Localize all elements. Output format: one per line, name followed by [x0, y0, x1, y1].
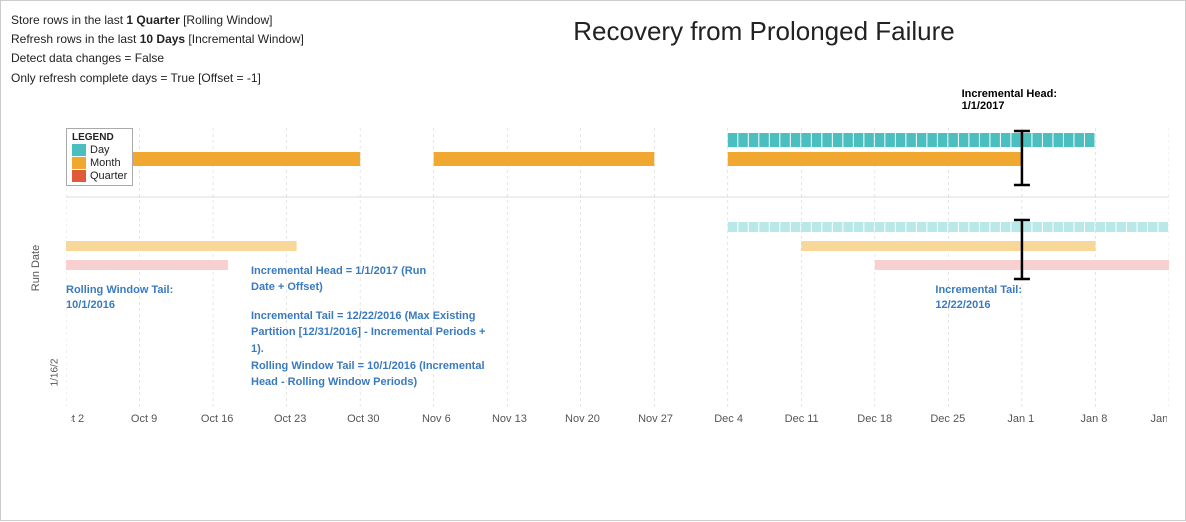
top-axis-svg	[71, 106, 1167, 128]
svg-text:Dec 4: Dec 4	[714, 413, 743, 425]
legend-month-label: Month	[90, 157, 121, 169]
day-color-swatch	[72, 144, 86, 156]
inc-tail-right-label: Incremental Tail:12/22/2016	[935, 283, 1022, 314]
svg-text:Nov 13: Nov 13	[492, 413, 527, 425]
bottom-date-axis: Oct 2 Oct 9 Oct 16 Oct 23 Oct 30 Nov 6 Nov 13 N…	[71, 408, 1167, 430]
gantt-area	[66, 128, 1169, 408]
bottom-axis-svg: Oct 2 Oct 9 Oct 16 Oct 23 Oct 30 Nov 6 Nov 13 N…	[71, 408, 1167, 430]
rolling-tail-label: Rolling Window Tail:10/1/2016	[66, 283, 173, 314]
svg-text:Oct 9: Oct 9	[131, 413, 157, 425]
legend-item-day: Day	[72, 144, 127, 156]
run-date-value-label: 1/16/2	[49, 358, 60, 386]
svg-text:Dec 18: Dec 18	[857, 413, 892, 425]
legend-item-quarter: Quarter	[72, 170, 127, 182]
rolling-window-body-label: Rolling Window Tail = 10/1/2016 (Increme…	[251, 358, 491, 391]
svg-text:Nov 20: Nov 20	[565, 413, 600, 425]
month-color-swatch	[72, 157, 86, 169]
quarter-color-swatch	[72, 170, 86, 182]
svg-text:Dec 11: Dec 11	[785, 413, 819, 425]
svg-text:Jan 1: Jan 1	[1007, 413, 1034, 425]
main-container: Store rows in the last 1 Quarter [Rollin…	[1, 1, 1186, 522]
page-title: Recovery from Prolonged Failure	[351, 16, 1177, 47]
inc-head-body-label: Incremental Head = 1/1/2017 (Run Date + …	[251, 263, 451, 296]
svg-text:Jan 8: Jan 8	[1080, 413, 1107, 425]
legend-day-label: Day	[90, 144, 110, 156]
inc-tail-body-label: Incremental Tail = 12/22/2016 (Max Exist…	[251, 308, 491, 358]
svg-text:Oct 30: Oct 30	[347, 413, 379, 425]
svg-text:Jan 15: Jan 15	[1150, 413, 1167, 425]
legend-item-month: Month	[72, 157, 127, 169]
svg-text:Oct 23: Oct 23	[274, 413, 306, 425]
top-section: Store rows in the last 1 Quarter [Rollin…	[11, 11, 1177, 88]
legend-quarter-label: Quarter	[90, 170, 127, 182]
svg-text:Dec 25: Dec 25	[930, 413, 965, 425]
top-date-axis	[71, 106, 1167, 128]
chart-section: Run Date LEGEND Day Month Quarter Rollin…	[11, 128, 1177, 408]
svg-text:Nov 6: Nov 6	[422, 413, 451, 425]
svg-text:Oct 16: Oct 16	[201, 413, 233, 425]
svg-text:Oct 2: Oct 2	[71, 413, 84, 425]
main-chart-svg	[66, 128, 1169, 408]
svg-text:Nov 27: Nov 27	[638, 413, 673, 425]
legend: LEGEND Day Month Quarter	[66, 128, 133, 186]
info-text: Store rows in the last 1 Quarter [Rollin…	[11, 11, 351, 88]
title-area: Recovery from Prolonged Failure	[351, 11, 1177, 88]
legend-title: LEGEND	[72, 132, 127, 143]
run-date-label: Run Date	[30, 245, 42, 291]
